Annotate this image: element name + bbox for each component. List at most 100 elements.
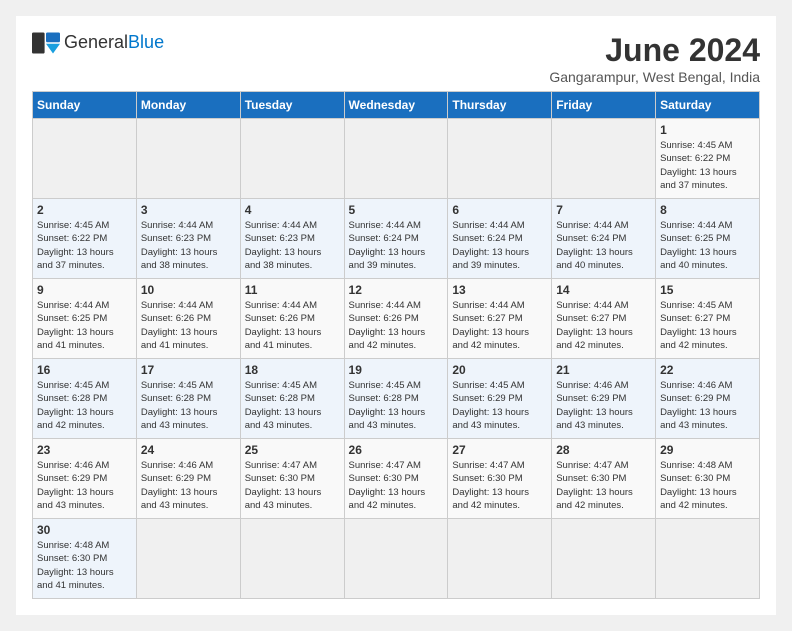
day-info: Sunrise: 4:44 AM Sunset: 6:26 PM Dayligh… xyxy=(141,299,236,352)
col-sunday: Sunday xyxy=(33,92,137,119)
day-info: Sunrise: 4:44 AM Sunset: 6:23 PM Dayligh… xyxy=(141,219,236,272)
table-row xyxy=(552,119,656,199)
day-info: Sunrise: 4:46 AM Sunset: 6:29 PM Dayligh… xyxy=(556,379,651,432)
col-monday: Monday xyxy=(136,92,240,119)
day-number: 8 xyxy=(660,203,755,217)
col-friday: Friday xyxy=(552,92,656,119)
day-number: 11 xyxy=(245,283,340,297)
day-info: Sunrise: 4:45 AM Sunset: 6:22 PM Dayligh… xyxy=(660,139,755,192)
day-number: 7 xyxy=(556,203,651,217)
day-info: Sunrise: 4:47 AM Sunset: 6:30 PM Dayligh… xyxy=(452,459,547,512)
calendar-header-row: Sunday Monday Tuesday Wednesday Thursday… xyxy=(33,92,760,119)
table-row: 30Sunrise: 4:48 AM Sunset: 6:30 PM Dayli… xyxy=(33,519,137,599)
day-number: 26 xyxy=(349,443,444,457)
table-row: 13Sunrise: 4:44 AM Sunset: 6:27 PM Dayli… xyxy=(448,279,552,359)
table-row xyxy=(552,519,656,599)
table-row: 1 Sunrise: 4:45 AM Sunset: 6:22 PM Daylig… xyxy=(656,119,760,199)
day-info: Sunrise: 4:48 AM Sunset: 6:30 PM Dayligh… xyxy=(660,459,755,512)
table-row xyxy=(240,119,344,199)
calendar-week-row: 2Sunrise: 4:45 AM Sunset: 6:22 PM Daylig… xyxy=(33,199,760,279)
day-number: 30 xyxy=(37,523,132,537)
month-title: June 2024 xyxy=(549,32,760,69)
day-number: 25 xyxy=(245,443,340,457)
page: GeneralBlue June 2024 Gangarampur, West … xyxy=(16,16,776,615)
day-number: 17 xyxy=(141,363,236,377)
day-info: Sunrise: 4:45 AM Sunset: 6:22 PM Dayligh… xyxy=(37,219,132,272)
day-info: Sunrise: 4:44 AM Sunset: 6:25 PM Dayligh… xyxy=(37,299,132,352)
calendar-week-row: 23Sunrise: 4:46 AM Sunset: 6:29 PM Dayli… xyxy=(33,439,760,519)
table-row: 21Sunrise: 4:46 AM Sunset: 6:29 PM Dayli… xyxy=(552,359,656,439)
day-number: 5 xyxy=(349,203,444,217)
table-row: 26 Sunrise: 4:47 AM Sunset: 6:30 PM Dayli… xyxy=(344,439,448,519)
table-row: 2Sunrise: 4:45 AM Sunset: 6:22 PM Daylig… xyxy=(33,199,137,279)
table-row xyxy=(448,519,552,599)
day-number: 1 xyxy=(660,123,755,137)
day-info: Sunrise: 4:44 AM Sunset: 6:26 PM Dayligh… xyxy=(349,299,444,352)
day-number: 24 xyxy=(141,443,236,457)
table-row xyxy=(136,519,240,599)
table-row xyxy=(656,519,760,599)
day-number: 10 xyxy=(141,283,236,297)
day-number: 6 xyxy=(452,203,547,217)
table-row: 24Sunrise: 4:46 AM Sunset: 6:29 PM Dayli… xyxy=(136,439,240,519)
table-row: 5Sunrise: 4:44 AM Sunset: 6:24 PM Daylig… xyxy=(344,199,448,279)
table-row xyxy=(448,119,552,199)
day-info: Sunrise: 4:44 AM Sunset: 6:24 PM Dayligh… xyxy=(452,219,547,272)
day-number: 18 xyxy=(245,363,340,377)
table-row: 8 Sunrise: 4:44 AM Sunset: 6:25 PM Daylig… xyxy=(656,199,760,279)
table-row: 20Sunrise: 4:45 AM Sunset: 6:29 PM Dayli… xyxy=(448,359,552,439)
day-number: 22 xyxy=(660,363,755,377)
table-row: 29Sunrise: 4:48 AM Sunset: 6:30 PM Dayli… xyxy=(656,439,760,519)
day-info: Sunrise: 4:45 AM Sunset: 6:28 PM Dayligh… xyxy=(349,379,444,432)
calendar-week-row: 1 Sunrise: 4:45 AM Sunset: 6:22 PM Daylig… xyxy=(33,119,760,199)
day-number: 9 xyxy=(37,283,132,297)
table-row xyxy=(240,519,344,599)
table-row: 15Sunrise: 4:45 AM Sunset: 6:27 PM Dayli… xyxy=(656,279,760,359)
day-number: 27 xyxy=(452,443,547,457)
col-wednesday: Wednesday xyxy=(344,92,448,119)
table-row: 22 Sunrise: 4:46 AM Sunset: 6:29 PM Dayli… xyxy=(656,359,760,439)
table-row xyxy=(33,119,137,199)
table-row: 3Sunrise: 4:44 AM Sunset: 6:23 PM Daylig… xyxy=(136,199,240,279)
calendar-week-row: 9 Sunrise: 4:44 AM Sunset: 6:25 PM Daylig… xyxy=(33,279,760,359)
day-info: Sunrise: 4:45 AM Sunset: 6:28 PM Dayligh… xyxy=(37,379,132,432)
logo-icon xyxy=(32,32,60,54)
table-row: 27 Sunrise: 4:47 AM Sunset: 6:30 PM Dayli… xyxy=(448,439,552,519)
col-saturday: Saturday xyxy=(656,92,760,119)
table-row: 11Sunrise: 4:44 AM Sunset: 6:26 PM Dayli… xyxy=(240,279,344,359)
day-info: Sunrise: 4:47 AM Sunset: 6:30 PM Dayligh… xyxy=(245,459,340,512)
table-row: 14 Sunrise: 4:44 AM Sunset: 6:27 PM Dayli… xyxy=(552,279,656,359)
table-row: 9 Sunrise: 4:44 AM Sunset: 6:25 PM Daylig… xyxy=(33,279,137,359)
table-row: 28Sunrise: 4:47 AM Sunset: 6:30 PM Dayli… xyxy=(552,439,656,519)
logo-text: GeneralBlue xyxy=(64,33,164,53)
day-number: 28 xyxy=(556,443,651,457)
calendar-week-row: 30Sunrise: 4:48 AM Sunset: 6:30 PM Dayli… xyxy=(33,519,760,599)
header: GeneralBlue June 2024 Gangarampur, West … xyxy=(32,32,760,85)
table-row xyxy=(136,119,240,199)
col-thursday: Thursday xyxy=(448,92,552,119)
table-row: 18 Sunrise: 4:45 AM Sunset: 6:28 PM Dayli… xyxy=(240,359,344,439)
calendar: Sunday Monday Tuesday Wednesday Thursday… xyxy=(32,91,760,599)
day-number: 12 xyxy=(349,283,444,297)
location-subtitle: Gangarampur, West Bengal, India xyxy=(549,69,760,85)
table-row: 25 Sunrise: 4:47 AM Sunset: 6:30 PM Dayli… xyxy=(240,439,344,519)
day-info: Sunrise: 4:45 AM Sunset: 6:27 PM Dayligh… xyxy=(660,299,755,352)
table-row xyxy=(344,119,448,199)
day-info: Sunrise: 4:44 AM Sunset: 6:23 PM Dayligh… xyxy=(245,219,340,272)
table-row xyxy=(344,519,448,599)
day-info: Sunrise: 4:45 AM Sunset: 6:28 PM Dayligh… xyxy=(245,379,340,432)
table-row: 4Sunrise: 4:44 AM Sunset: 6:23 PM Daylig… xyxy=(240,199,344,279)
day-info: Sunrise: 4:44 AM Sunset: 6:27 PM Dayligh… xyxy=(556,299,651,352)
calendar-week-row: 16 Sunrise: 4:45 AM Sunset: 6:28 PM Dayli… xyxy=(33,359,760,439)
day-number: 23 xyxy=(37,443,132,457)
table-row: 17 Sunrise: 4:45 AM Sunset: 6:28 PM Dayli… xyxy=(136,359,240,439)
day-number: 16 xyxy=(37,363,132,377)
day-info: Sunrise: 4:45 AM Sunset: 6:29 PM Dayligh… xyxy=(452,379,547,432)
table-row: 16 Sunrise: 4:45 AM Sunset: 6:28 PM Dayli… xyxy=(33,359,137,439)
day-info: Sunrise: 4:44 AM Sunset: 6:25 PM Dayligh… xyxy=(660,219,755,272)
day-info: Sunrise: 4:46 AM Sunset: 6:29 PM Dayligh… xyxy=(660,379,755,432)
day-number: 14 xyxy=(556,283,651,297)
table-row: 7Sunrise: 4:44 AM Sunset: 6:24 PM Daylig… xyxy=(552,199,656,279)
day-info: Sunrise: 4:45 AM Sunset: 6:28 PM Dayligh… xyxy=(141,379,236,432)
day-info: Sunrise: 4:47 AM Sunset: 6:30 PM Dayligh… xyxy=(349,459,444,512)
